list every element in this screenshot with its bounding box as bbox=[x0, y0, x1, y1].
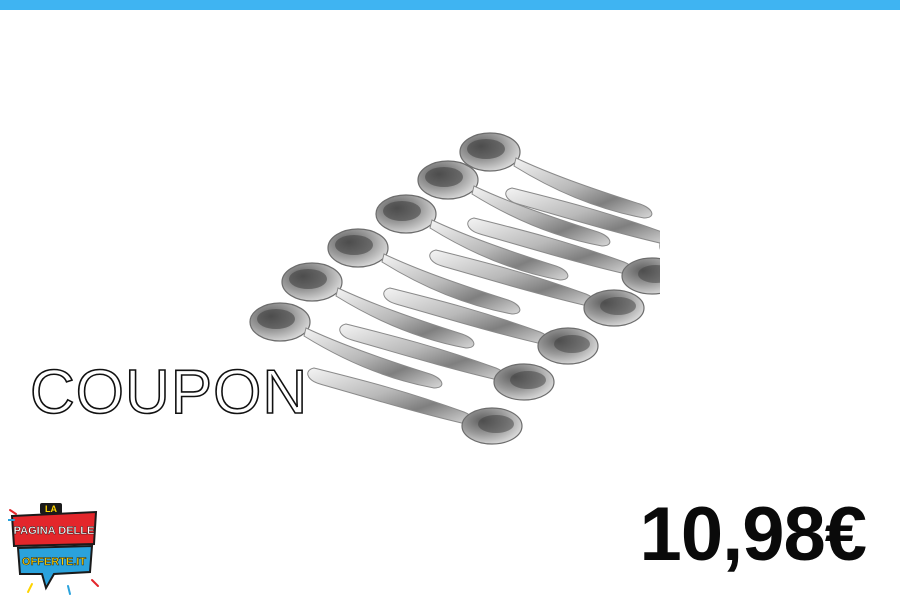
logo-text-la: LA bbox=[45, 504, 57, 514]
logo-text-offerte: OFFERTE.IT bbox=[22, 556, 86, 568]
logo-text-pagina: PAGINA DELLE bbox=[14, 525, 95, 537]
coupon-label: COUPON bbox=[29, 357, 309, 428]
pagina-delle-offerte-logo: LA PAGINA DELLE OFFERTE.IT bbox=[8, 503, 99, 595]
price-value: 10,98€ bbox=[639, 492, 867, 577]
top-accent-bar bbox=[0, 0, 900, 10]
